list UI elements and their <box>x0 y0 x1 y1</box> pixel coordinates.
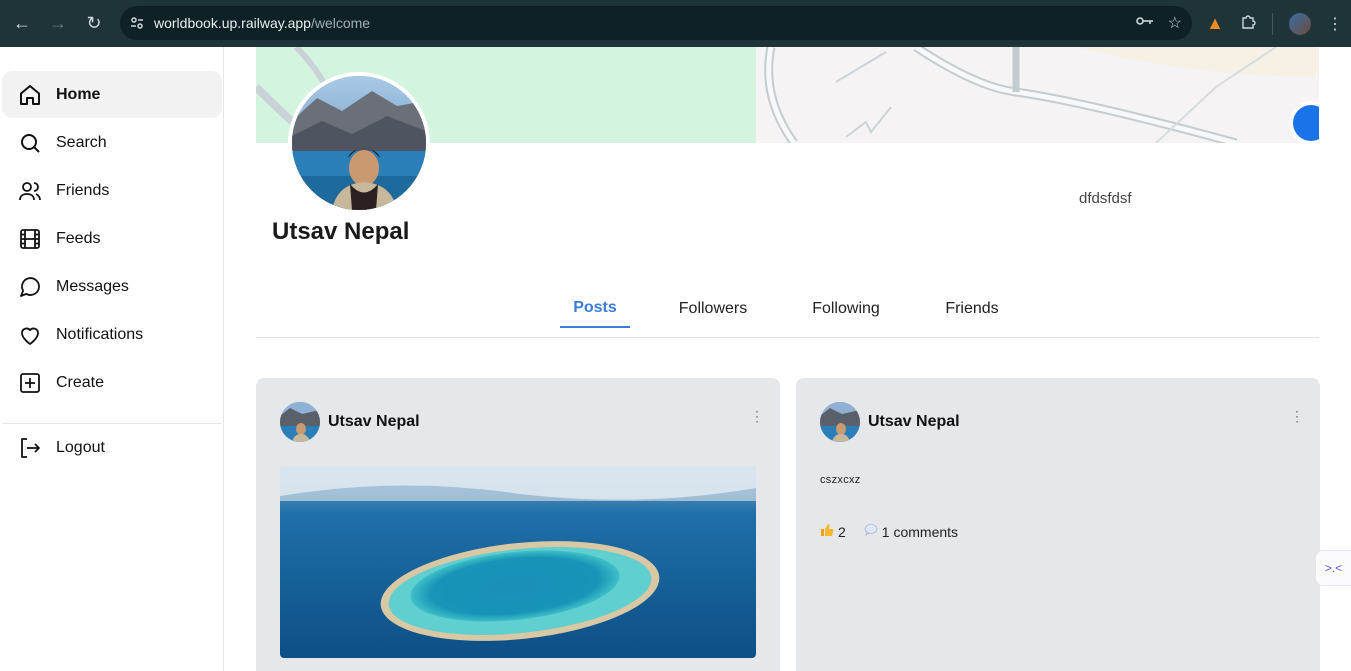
toolbar-divider <box>1272 12 1273 35</box>
post-text: cszxcxz <box>820 474 861 486</box>
star-icon[interactable]: ☆ <box>1168 13 1182 33</box>
author-avatar[interactable] <box>820 402 860 442</box>
profile-bio: dfdsfdsf <box>1079 190 1132 207</box>
profile-name: Utsav Nepal <box>272 218 410 245</box>
tab-followers[interactable]: Followers <box>672 292 754 328</box>
logout-label: Logout <box>56 438 105 456</box>
speech-bubble-icon <box>864 523 878 540</box>
sidebar-item-feeds[interactable]: Feeds <box>2 215 222 262</box>
sidebar-item-friends[interactable]: Friends <box>2 167 222 214</box>
sidebar-item-create[interactable]: Create <box>2 359 222 406</box>
profile-avatar[interactable] <box>288 72 430 214</box>
tab-label: Posts <box>573 299 617 316</box>
sidebar-item-label: Friends <box>56 181 110 199</box>
tab-friends[interactable]: Friends <box>942 292 1002 328</box>
browser-toolbar: ← → ↻ worldbook.up.railway.app/welcome ☆… <box>0 0 1351 47</box>
film-icon <box>17 226 43 252</box>
address-bar[interactable]: worldbook.up.railway.app/welcome ☆ <box>120 6 1192 40</box>
like-count: 2 <box>838 523 846 540</box>
sidebar-item-label: Home <box>56 85 101 103</box>
logout-button[interactable]: Logout <box>2 424 222 471</box>
heart-icon <box>17 322 43 348</box>
site-info-icon[interactable] <box>120 15 154 31</box>
like-button[interactable]: 2 <box>820 523 846 540</box>
main-content: Utsav Nepal dfdsfdsf Posts Followers Fol… <box>224 47 1351 671</box>
profile-tabs: Posts Followers Following Friends <box>256 292 1319 338</box>
author-avatar[interactable] <box>280 402 320 442</box>
sidebar-item-label: Feeds <box>56 229 101 247</box>
reload-icon[interactable]: ↻ <box>76 6 112 42</box>
post-stats: 2 1 comments <box>820 523 976 540</box>
post-card: Utsav Nepal ⋮ cszxcxz 2 1 comments <box>796 378 1320 671</box>
logout-icon <box>17 435 43 461</box>
tab-following[interactable]: Following <box>806 292 886 328</box>
more-icon[interactable]: ⋮ <box>1327 14 1343 34</box>
fox-extension-icon[interactable]: ▲ <box>1206 13 1224 34</box>
tab-posts[interactable]: Posts <box>560 292 630 328</box>
post-author[interactable]: Utsav Nepal <box>328 413 420 431</box>
forward-icon[interactable]: → <box>40 6 76 42</box>
plus-square-icon <box>17 370 43 396</box>
search-icon <box>17 130 43 156</box>
floating-widget-icon[interactable]: >.< <box>1315 550 1351 586</box>
more-options-icon[interactable]: ⋮ <box>1290 409 1304 423</box>
tab-label: Friends <box>945 300 999 317</box>
post-header: Utsav Nepal <box>280 402 420 442</box>
profile-icon[interactable] <box>1289 12 1311 35</box>
sidebar: Home Search Friends Feeds Messages Notif… <box>0 47 224 671</box>
users-icon <box>17 178 43 204</box>
tab-label: Followers <box>678 300 748 317</box>
key-icon[interactable] <box>1135 14 1154 32</box>
puzzle-icon[interactable] <box>1240 13 1256 34</box>
post-image[interactable] <box>280 466 756 658</box>
post-author[interactable]: Utsav Nepal <box>868 413 960 431</box>
message-icon <box>17 274 43 300</box>
url-host: worldbook.up.railway.app <box>154 15 311 31</box>
url-text: worldbook.up.railway.app/welcome <box>154 15 370 31</box>
sidebar-item-home[interactable]: Home <box>2 71 222 118</box>
home-icon <box>17 82 43 108</box>
back-icon[interactable]: ← <box>4 6 40 42</box>
sidebar-item-label: Notifications <box>56 325 144 343</box>
sidebar-item-search[interactable]: Search <box>2 119 222 166</box>
url-path: /welcome <box>310 15 371 31</box>
sidebar-item-messages[interactable]: Messages <box>2 263 222 310</box>
tab-active-indicator <box>560 326 630 328</box>
tab-label: Following <box>812 300 880 317</box>
post-card: Utsav Nepal ⋮ <box>256 378 780 671</box>
post-header: Utsav Nepal <box>820 402 960 442</box>
sidebar-item-label: Search <box>56 133 107 151</box>
sidebar-item-label: Create <box>56 373 105 391</box>
sidebar-item-label: Messages <box>56 277 129 295</box>
more-options-icon[interactable]: ⋮ <box>750 409 764 423</box>
sidebar-item-notifications[interactable]: Notifications <box>2 311 222 358</box>
comments-count: 1 comments <box>881 523 959 540</box>
comments-button[interactable]: 1 comments <box>864 523 958 540</box>
thumbs-up-icon <box>820 523 834 540</box>
